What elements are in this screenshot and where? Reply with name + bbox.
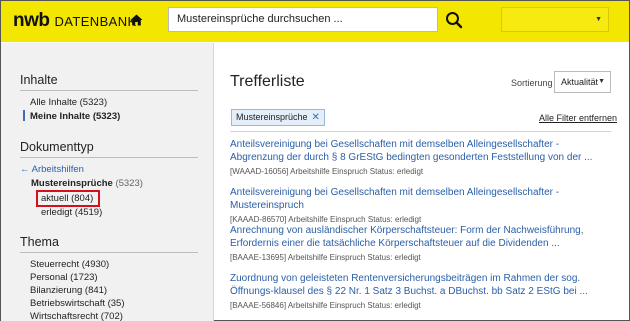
result-item: Zuordnung von geleisteten Rentenversiche… [230,272,615,310]
logo-product: DATENBANK [54,14,137,29]
chevron-down-icon: ▼ [598,78,605,85]
result-title-link[interactable]: Zuordnung von geleisteten Rentenversiche… [230,272,615,298]
result-meta: [BAAAE-13695] Arbeitshilfe Einspruch Sta… [230,253,421,262]
filter-chip[interactable]: Mustereinsprüche ✕ [231,109,325,126]
page-title: Trefferliste [230,73,305,90]
result-item: Anteilsvereinigung bei Gesellschaften mi… [230,138,615,176]
close-icon[interactable]: ✕ [312,110,320,125]
clear-filters-link[interactable]: Alle Filter entfernen [539,113,617,123]
arrow-left-icon: ← [20,164,30,175]
sidebar-item-alle-inhalte[interactable]: Alle Inhalte (5323) [30,97,107,108]
home-icon[interactable] [130,14,143,26]
top-bar: nwb DATENBANK Mustereinsprüche durchsuch… [1,1,629,42]
chevron-down-icon: ▼ [595,16,602,23]
sidebar-item-mustereinsprueche[interactable]: Mustereinsprüche (5323) [31,178,143,189]
search-button[interactable] [440,6,467,33]
sidebar-item-bilanzierung[interactable]: Bilanzierung (841) [30,285,107,296]
sidebar-item-personal[interactable]: Personal (1723) [30,272,98,283]
logo-brand: nwb [13,10,50,31]
back-link-arbeitshilfen[interactable]: ← Arbeitshilfen [20,164,84,175]
result-title-link[interactable]: Anrechnung von ausländischer Körperschaf… [230,224,615,250]
sort-select[interactable]: Aktualität ▼ [554,71,611,93]
sidebar-heading-thema: Thema [20,235,59,249]
back-link-label: Arbeitshilfen [31,164,84,175]
doc-group-label: Mustereinsprüche [31,178,113,189]
sidebar-divider [20,90,198,91]
sort-value: Aktualität [561,77,599,87]
result-item: Anrechnung von ausländischer Körperschaf… [230,224,615,262]
sidebar-divider [20,157,198,158]
sidebar-heading-inhalte: Inhalte [20,73,58,87]
result-title-link[interactable]: Anteilsvereinigung bei Gesellschaften mi… [230,186,615,212]
doc-group-count: (5323) [115,178,143,189]
sidebar-item-wirtschaftsrecht[interactable]: Wirtschaftsrecht (702) [30,311,123,321]
result-item: Anteilsvereinigung bei Gesellschaften mi… [230,186,615,224]
main-divider [230,131,611,132]
sidebar-item-steuerrecht[interactable]: Steuerrecht (4930) [30,259,109,270]
result-meta: [KAAAD-86570] Arbeitshilfe Einspruch Sta… [230,215,422,224]
sidebar-divider [213,43,214,321]
result-title-link[interactable]: Anteilsvereinigung bei Gesellschaften mi… [230,138,615,164]
search-icon [445,11,462,28]
sort-label: Sortierung [511,78,553,88]
user-dropdown[interactable]: ▼ [501,7,609,32]
filter-chip-label: Mustereinsprüche [236,112,308,122]
sidebar-divider [20,252,198,253]
highlight-box [36,190,100,207]
search-input[interactable]: Mustereinsprüche durchsuchen ... [168,7,438,32]
active-indicator [23,110,25,121]
result-meta: [BAAAE-56846] Arbeitshilfe Einspruch Sta… [230,301,421,310]
sidebar-item-erledigt[interactable]: erledigt (4519) [41,207,102,218]
sidebar-heading-dokumenttyp: Dokumenttyp [20,140,94,154]
sidebar-item-betriebswirtschaft[interactable]: Betriebswirtschaft (35) [30,298,125,309]
result-meta: [WAAAD-16056] Arbeitshilfe Einspruch Sta… [230,167,424,176]
sidebar-item-meine-inhalte[interactable]: Meine Inhalte (5323) [30,111,120,122]
logo[interactable]: nwb DATENBANK [13,10,137,32]
